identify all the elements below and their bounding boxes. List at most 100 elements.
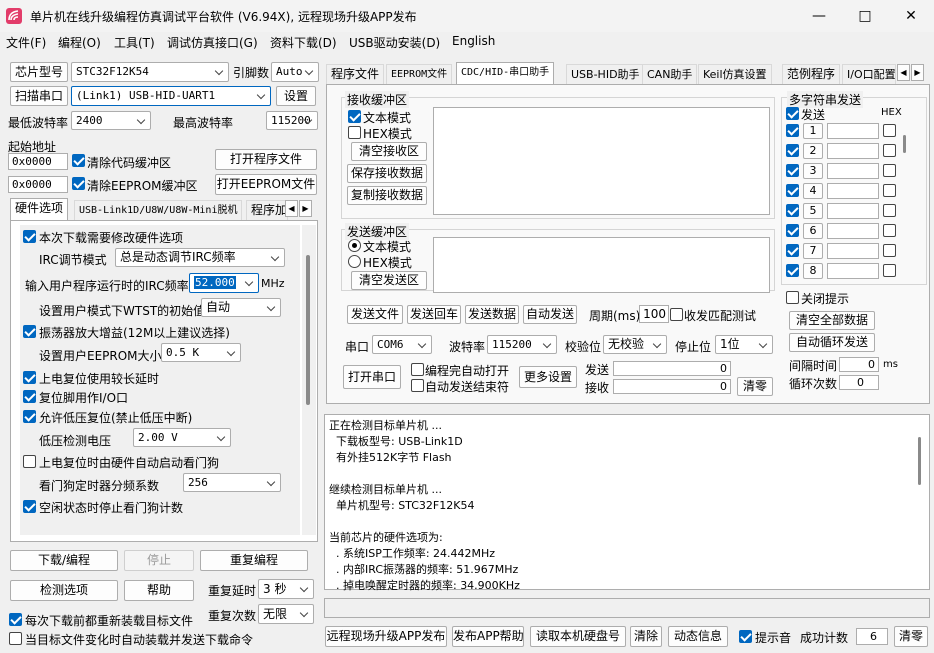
baud-select[interactable]: 115200	[487, 335, 557, 354]
multi-row-send-checkbox[interactable]	[786, 204, 799, 217]
repeat-count-select[interactable]: 无限	[258, 604, 314, 624]
parity-select[interactable]: 无校验	[603, 335, 667, 354]
right-tab-scroll-right-icon[interactable]: ▶	[911, 64, 924, 81]
interval-input[interactable]: 0	[839, 357, 879, 372]
maximize-icon[interactable]: □	[842, 0, 888, 32]
recv-hex-mode-checkbox[interactable]	[348, 126, 361, 139]
tab-program-encrypt[interactable]: 程序加	[246, 200, 288, 220]
clear-all-data-button[interactable]: 清空全部数据	[789, 311, 875, 330]
clear-code-checkbox[interactable]	[72, 154, 85, 167]
multi-row-send-checkbox[interactable]	[786, 224, 799, 237]
tab-usb-hid[interactable]: USB-HID助手	[566, 64, 645, 84]
chip-model-button[interactable]: 芯片型号	[10, 62, 68, 82]
reload-checkbox[interactable]	[9, 613, 22, 626]
tab-io-config[interactable]: I/O口配置	[842, 64, 896, 84]
multi-row-input[interactable]	[827, 263, 879, 279]
send-hex-mode-radio[interactable]	[348, 255, 361, 268]
send-text-mode-radio[interactable]	[348, 239, 361, 252]
multi-row-send-button[interactable]: 8	[803, 263, 823, 279]
multi-row-input[interactable]	[827, 183, 879, 199]
log-output[interactable]: 正在检测目标单片机 ... 下载板型号: USB-Link1D 有外挂512K字…	[324, 414, 930, 592]
por-delay-checkbox[interactable]	[23, 371, 36, 384]
multi-send-all-checkbox[interactable]	[786, 107, 799, 120]
stop-bits-select[interactable]: 1位	[715, 335, 773, 354]
multi-row-send-button[interactable]: 1	[803, 123, 823, 139]
osc-gain-checkbox[interactable]	[23, 325, 36, 338]
right-tab-scroll-left-icon[interactable]: ◀	[897, 64, 910, 81]
multi-row-send-button[interactable]: 5	[803, 203, 823, 219]
menu-english[interactable]: English	[452, 34, 495, 48]
multi-row-send-checkbox[interactable]	[786, 144, 799, 157]
multi-row-send-button[interactable]: 2	[803, 143, 823, 159]
multi-row-input[interactable]	[827, 203, 879, 219]
wdt-div-select[interactable]: 256	[183, 473, 281, 492]
read-disk-id-button[interactable]: 读取本机硬盘号	[530, 626, 626, 647]
save-receive-button[interactable]: 保存接收数据	[347, 164, 427, 183]
open-port-button[interactable]: 打开串口	[343, 365, 401, 389]
clear-count-button[interactable]: 清零	[737, 377, 773, 396]
menu-download[interactable]: 资料下载(D)	[270, 34, 337, 51]
lvr-checkbox[interactable]	[23, 410, 36, 423]
min-baud-select[interactable]: 2400	[71, 111, 151, 130]
multi-row-hex-checkbox[interactable]	[883, 244, 896, 257]
multi-row-send-checkbox[interactable]	[786, 264, 799, 277]
tab-usb-link[interactable]: USB-Link1D/U8W/U8W-Mini脱机	[74, 200, 243, 220]
lvd-select[interactable]: 2.00 V	[133, 428, 231, 447]
repeat-program-button[interactable]: 重复编程	[200, 550, 308, 571]
dynamic-info-button[interactable]: 动态信息	[668, 626, 728, 647]
wtst-select[interactable]: 自动	[201, 298, 281, 317]
multi-row-send-button[interactable]: 4	[803, 183, 823, 199]
port-select[interactable]: (Link1) USB-HID-UART1	[71, 86, 271, 106]
wdt-auto-checkbox[interactable]	[23, 455, 36, 468]
help-button[interactable]: 帮助	[124, 580, 194, 601]
modify-hw-checkbox[interactable]	[23, 230, 36, 243]
max-baud-select[interactable]: 115200	[266, 111, 318, 130]
close-tip-checkbox[interactable]	[786, 291, 799, 304]
com-port-select[interactable]: COM6	[372, 335, 432, 354]
multi-row-input[interactable]	[827, 243, 879, 259]
multi-row-hex-checkbox[interactable]	[883, 164, 896, 177]
menu-tools[interactable]: 工具(T)	[114, 34, 155, 51]
loop-count-input[interactable]: 0	[839, 375, 879, 390]
tab-serial-assistant[interactable]: CDC/HID-串口助手	[456, 62, 555, 84]
multi-row-send-button[interactable]: 6	[803, 223, 823, 239]
multi-row-send-button[interactable]: 7	[803, 243, 823, 259]
eeprom-address-input[interactable]: 0x0000	[8, 176, 68, 193]
clear-log-button[interactable]: 清除	[630, 626, 662, 647]
receive-textarea[interactable]	[433, 107, 770, 215]
multi-send-scrollbar[interactable]	[901, 121, 909, 285]
tab-program-file[interactable]: 程序文件	[326, 64, 385, 84]
auto-end-checkbox[interactable]	[411, 379, 424, 392]
auto-open-checkbox[interactable]	[411, 363, 424, 376]
hw-scrollbar[interactable]	[302, 225, 316, 535]
download-program-button[interactable]: 下载/编程	[10, 550, 118, 571]
reset-pin-checkbox[interactable]	[23, 390, 36, 403]
settings-button[interactable]: 设置	[276, 86, 316, 106]
stop-button[interactable]: 停止	[124, 550, 194, 571]
irc-mode-select[interactable]: 总是动态调节IRC频率	[115, 248, 285, 267]
multi-row-input[interactable]	[827, 123, 879, 139]
copy-receive-button[interactable]: 复制接收数据	[347, 186, 427, 205]
multi-row-hex-checkbox[interactable]	[883, 204, 896, 217]
multi-row-hex-checkbox[interactable]	[883, 224, 896, 237]
multi-row-hex-checkbox[interactable]	[883, 184, 896, 197]
auto-send-button[interactable]: 自动发送	[523, 305, 577, 324]
match-test-checkbox[interactable]	[670, 308, 683, 321]
auto-loop-send-button[interactable]: 自动循环发送	[789, 333, 875, 352]
wdt-idle-checkbox[interactable]	[23, 500, 36, 513]
irc-freq-input[interactable]: 52.000	[189, 273, 259, 293]
beep-checkbox[interactable]	[739, 630, 752, 643]
close-icon[interactable]: ✕	[888, 0, 934, 32]
tab-scroll-right-icon[interactable]: ▶	[299, 200, 312, 217]
publish-app-button[interactable]: 远程现场升级APP发布	[325, 626, 447, 647]
multi-row-hex-checkbox[interactable]	[883, 144, 896, 157]
multi-row-send-checkbox[interactable]	[786, 244, 799, 257]
menu-file[interactable]: 文件(F)	[6, 34, 46, 51]
multi-row-send-checkbox[interactable]	[786, 164, 799, 177]
clear-send-button[interactable]: 清空发送区	[351, 271, 427, 290]
more-settings-button[interactable]: 更多设置	[519, 366, 577, 388]
clear-eeprom-checkbox[interactable]	[72, 177, 85, 190]
multi-row-input[interactable]	[827, 223, 879, 239]
multi-row-hex-checkbox[interactable]	[883, 264, 896, 277]
log-scrollbar[interactable]	[913, 417, 927, 587]
